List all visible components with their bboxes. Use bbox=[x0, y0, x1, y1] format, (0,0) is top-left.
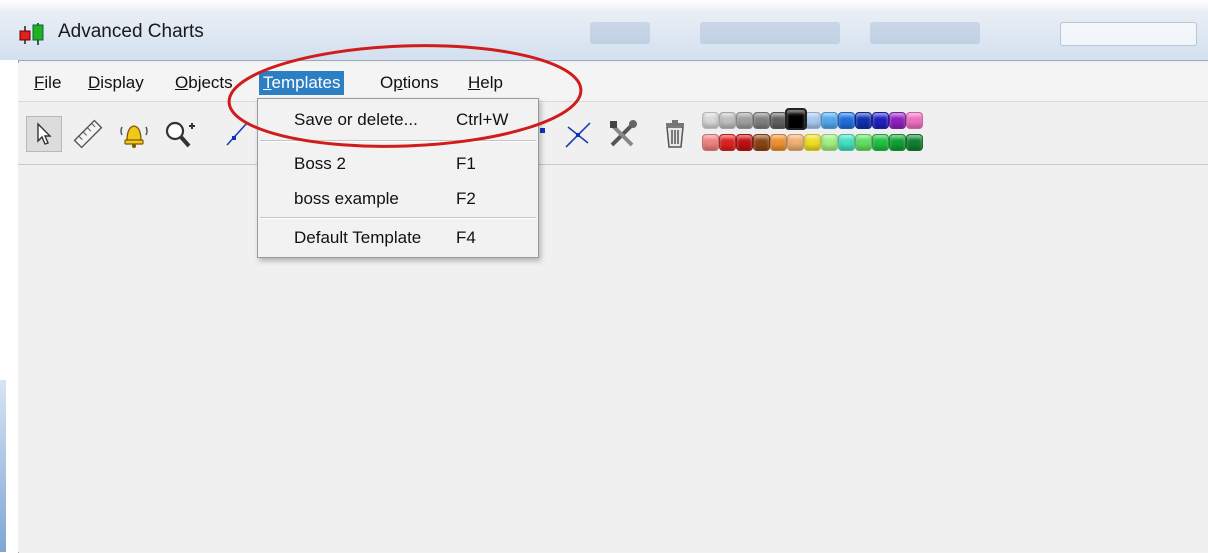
chart-area[interactable] bbox=[18, 165, 1208, 552]
color-swatch[interactable] bbox=[787, 134, 804, 151]
title-bar: Advanced Charts bbox=[0, 0, 1208, 60]
toolbar bbox=[18, 102, 1208, 165]
color-swatch[interactable] bbox=[770, 134, 787, 151]
color-swatch[interactable] bbox=[719, 134, 736, 151]
color-swatch[interactable] bbox=[753, 112, 770, 129]
color-swatch[interactable] bbox=[736, 134, 753, 151]
color-swatch[interactable] bbox=[821, 112, 838, 129]
menu-item-label: Default Template bbox=[294, 228, 422, 247]
color-swatch[interactable] bbox=[838, 134, 855, 151]
color-swatch[interactable] bbox=[872, 112, 889, 129]
color-swatch[interactable] bbox=[855, 112, 872, 129]
menu-item-default-template[interactable]: Default Template F4 bbox=[258, 222, 538, 254]
blurred-background bbox=[590, 22, 650, 44]
menu-item-shortcut: F4 bbox=[456, 228, 476, 247]
zoom-in-icon bbox=[165, 121, 195, 148]
color-swatch[interactable] bbox=[838, 112, 855, 129]
menu-item-label: Boss 2 bbox=[294, 154, 346, 173]
color-swatch[interactable] bbox=[736, 112, 753, 129]
menu-item-template-boss-example[interactable]: boss example F2 bbox=[258, 183, 538, 215]
color-swatch[interactable] bbox=[906, 134, 923, 151]
alarm-tool-button[interactable] bbox=[114, 116, 154, 152]
pointer-icon bbox=[37, 122, 52, 145]
highlight-ellipse-annotation bbox=[227, 44, 583, 148]
color-swatch[interactable] bbox=[906, 112, 923, 129]
blurred-background bbox=[1060, 22, 1197, 46]
ruler-tool-button[interactable] bbox=[68, 116, 108, 152]
color-swatch[interactable] bbox=[719, 112, 736, 129]
delete-button[interactable] bbox=[655, 116, 695, 152]
menu-item-shortcut: F1 bbox=[456, 154, 476, 173]
menu-label: isplay bbox=[100, 73, 144, 92]
window-edge bbox=[0, 380, 6, 552]
ruler-icon bbox=[73, 119, 103, 149]
menu-mnemonic: O bbox=[175, 73, 189, 92]
menu-display[interactable]: Display bbox=[84, 71, 148, 95]
zoom-tool-button[interactable] bbox=[160, 116, 200, 152]
color-swatch[interactable] bbox=[702, 134, 719, 151]
trash-icon bbox=[666, 120, 684, 148]
alarm-bell-icon bbox=[120, 125, 148, 148]
color-swatch[interactable] bbox=[889, 134, 906, 151]
window-title: Advanced Charts bbox=[58, 21, 204, 42]
color-swatch[interactable] bbox=[702, 112, 719, 129]
menu-file[interactable]: File bbox=[30, 71, 65, 95]
menu-mnemonic: F bbox=[34, 73, 45, 92]
color-swatch[interactable] bbox=[821, 134, 838, 151]
menu-item-label: boss example bbox=[294, 189, 399, 208]
blurred-background bbox=[700, 22, 840, 44]
menu-item-shortcut: F2 bbox=[456, 189, 476, 208]
color-swatch[interactable] bbox=[855, 134, 872, 151]
menu-item-template-boss-2[interactable]: Boss 2 F1 bbox=[258, 148, 538, 180]
menu-bar: File Display Objects Templates Options H… bbox=[18, 63, 1208, 102]
color-swatch[interactable] bbox=[804, 134, 821, 151]
color-swatch[interactable] bbox=[753, 134, 770, 151]
color-swatch[interactable] bbox=[872, 134, 889, 151]
blurred-background bbox=[870, 22, 980, 44]
menu-label: ile bbox=[44, 73, 62, 92]
color-swatch[interactable] bbox=[785, 108, 807, 130]
tools-icon bbox=[610, 120, 637, 147]
tools-button[interactable] bbox=[603, 116, 643, 152]
pointer-tool-button[interactable] bbox=[26, 116, 62, 152]
candlestick-app-icon bbox=[19, 23, 44, 45]
menu-separator bbox=[260, 217, 536, 219]
color-swatch[interactable] bbox=[889, 112, 906, 129]
menu-mnemonic: D bbox=[88, 73, 101, 92]
